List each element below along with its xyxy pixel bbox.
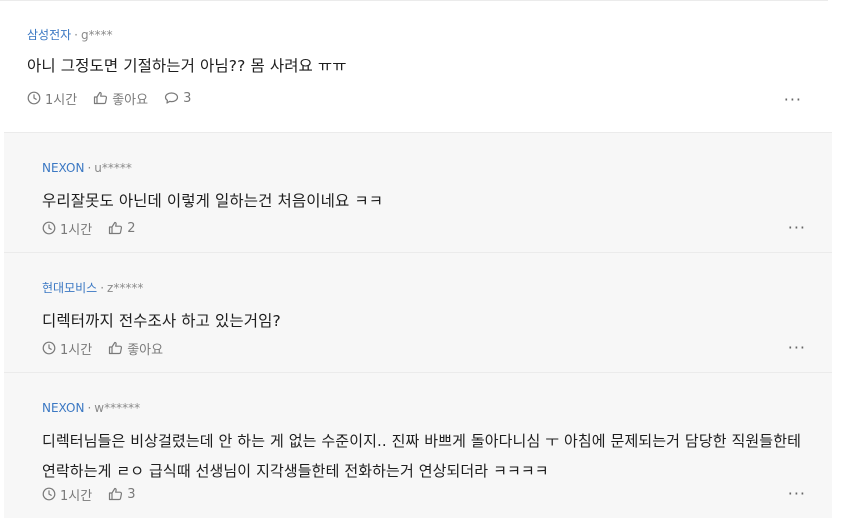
speech-bubble-icon [164, 92, 179, 104]
comment-actions: 1시간 3 [42, 484, 151, 504]
comment-text: 디렉터님들은 비상걸렸는데 안 하는 게 없는 수준이지.. 진짜 바쁘게 돌아… [42, 432, 801, 480]
comment-meta: 삼성전자 · g**** [27, 27, 828, 43]
thumbs-up-icon [94, 91, 108, 105]
comment-actions: 1시간 좋아요 3 [27, 88, 207, 108]
like-button[interactable]: 3 [108, 487, 135, 502]
comment-thread: 삼성전자 · g**** 아니 그정도면 기절하는거 아님?? 몸 사려요 ㅠㅠ 1… [0, 0, 841, 518]
time-label: 1시간 [60, 342, 93, 358]
more-icon[interactable]: ··· [788, 486, 806, 502]
more-icon[interactable]: ··· [788, 340, 806, 356]
meta-separator: · [100, 281, 105, 295]
like-button[interactable]: 좋아요 [108, 339, 163, 358]
meta-separator: · [74, 28, 78, 42]
comment-text: 우리잘못도 아닌데 이렇게 일하는건 처음이네요 ㅋㅋ [42, 192, 384, 210]
thumbs-up-icon [109, 341, 123, 355]
comment-meta: NEXON · w****** [42, 400, 832, 416]
timestamp: 1시간 [27, 89, 77, 108]
company-name[interactable]: NEXON [42, 401, 84, 415]
clock-icon [27, 91, 41, 105]
company-name[interactable]: 현대모비스 [42, 281, 97, 295]
meta-separator: · [87, 401, 92, 415]
user-id: w****** [94, 401, 141, 415]
user-id: g**** [81, 28, 113, 42]
comment-actions: 1시간 좋아요 [42, 338, 179, 358]
like-count: 3 [127, 486, 136, 502]
reply-item: NEXON · u***** 우리잘못도 아닌데 이렇게 일하는건 처음이네요 ㅋㅋ… [4, 132, 832, 252]
like-button[interactable]: 2 [108, 221, 135, 236]
meta-separator: · [87, 161, 92, 175]
thumbs-up-icon [109, 487, 123, 501]
thumbs-up-icon [109, 221, 123, 235]
timestamp: 1시간 [42, 219, 92, 238]
reply-item: 현대모비스 · z***** 디렉터까지 전수조사 하고 있는거임? 1시간 좋아요… [4, 252, 832, 372]
company-name[interactable]: NEXON [42, 161, 84, 175]
clock-icon [42, 221, 56, 235]
clock-icon [42, 341, 56, 355]
comment-meta: NEXON · u***** [42, 160, 832, 176]
time-label: 1시간 [60, 488, 93, 504]
timestamp: 1시간 [42, 339, 92, 358]
comment-text: 디렉터까지 전수조사 하고 있는거임? [42, 312, 281, 330]
company-name[interactable]: 삼성전자 [27, 28, 71, 42]
more-icon[interactable]: ··· [784, 92, 802, 108]
time-label: 1시간 [60, 222, 93, 238]
reply-button[interactable]: 3 [164, 91, 191, 106]
timestamp: 1시간 [42, 485, 92, 504]
comment-item: 삼성전자 · g**** 아니 그정도면 기절하는거 아님?? 몸 사려요 ㅠㅠ 1… [0, 0, 828, 132]
time-label: 1시간 [45, 92, 78, 108]
comment-meta: 현대모비스 · z***** [42, 280, 832, 296]
comment-actions: 1시간 2 [42, 218, 151, 238]
user-id: z***** [107, 281, 144, 295]
like-count: 2 [127, 220, 136, 236]
more-icon[interactable]: ··· [788, 220, 806, 236]
like-label: 좋아요 [127, 342, 164, 358]
reply-item: NEXON · w****** 디렉터님들은 비상걸렸는데 안 하는 게 없는 수준… [4, 372, 832, 518]
clock-icon [42, 487, 56, 501]
comment-text: 아니 그정도면 기절하는거 아님?? 몸 사려요 ㅠㅠ [27, 57, 347, 75]
like-label: 좋아요 [112, 92, 149, 108]
like-button[interactable]: 좋아요 [93, 89, 148, 108]
reply-count: 3 [183, 90, 192, 106]
user-id: u***** [94, 161, 132, 175]
